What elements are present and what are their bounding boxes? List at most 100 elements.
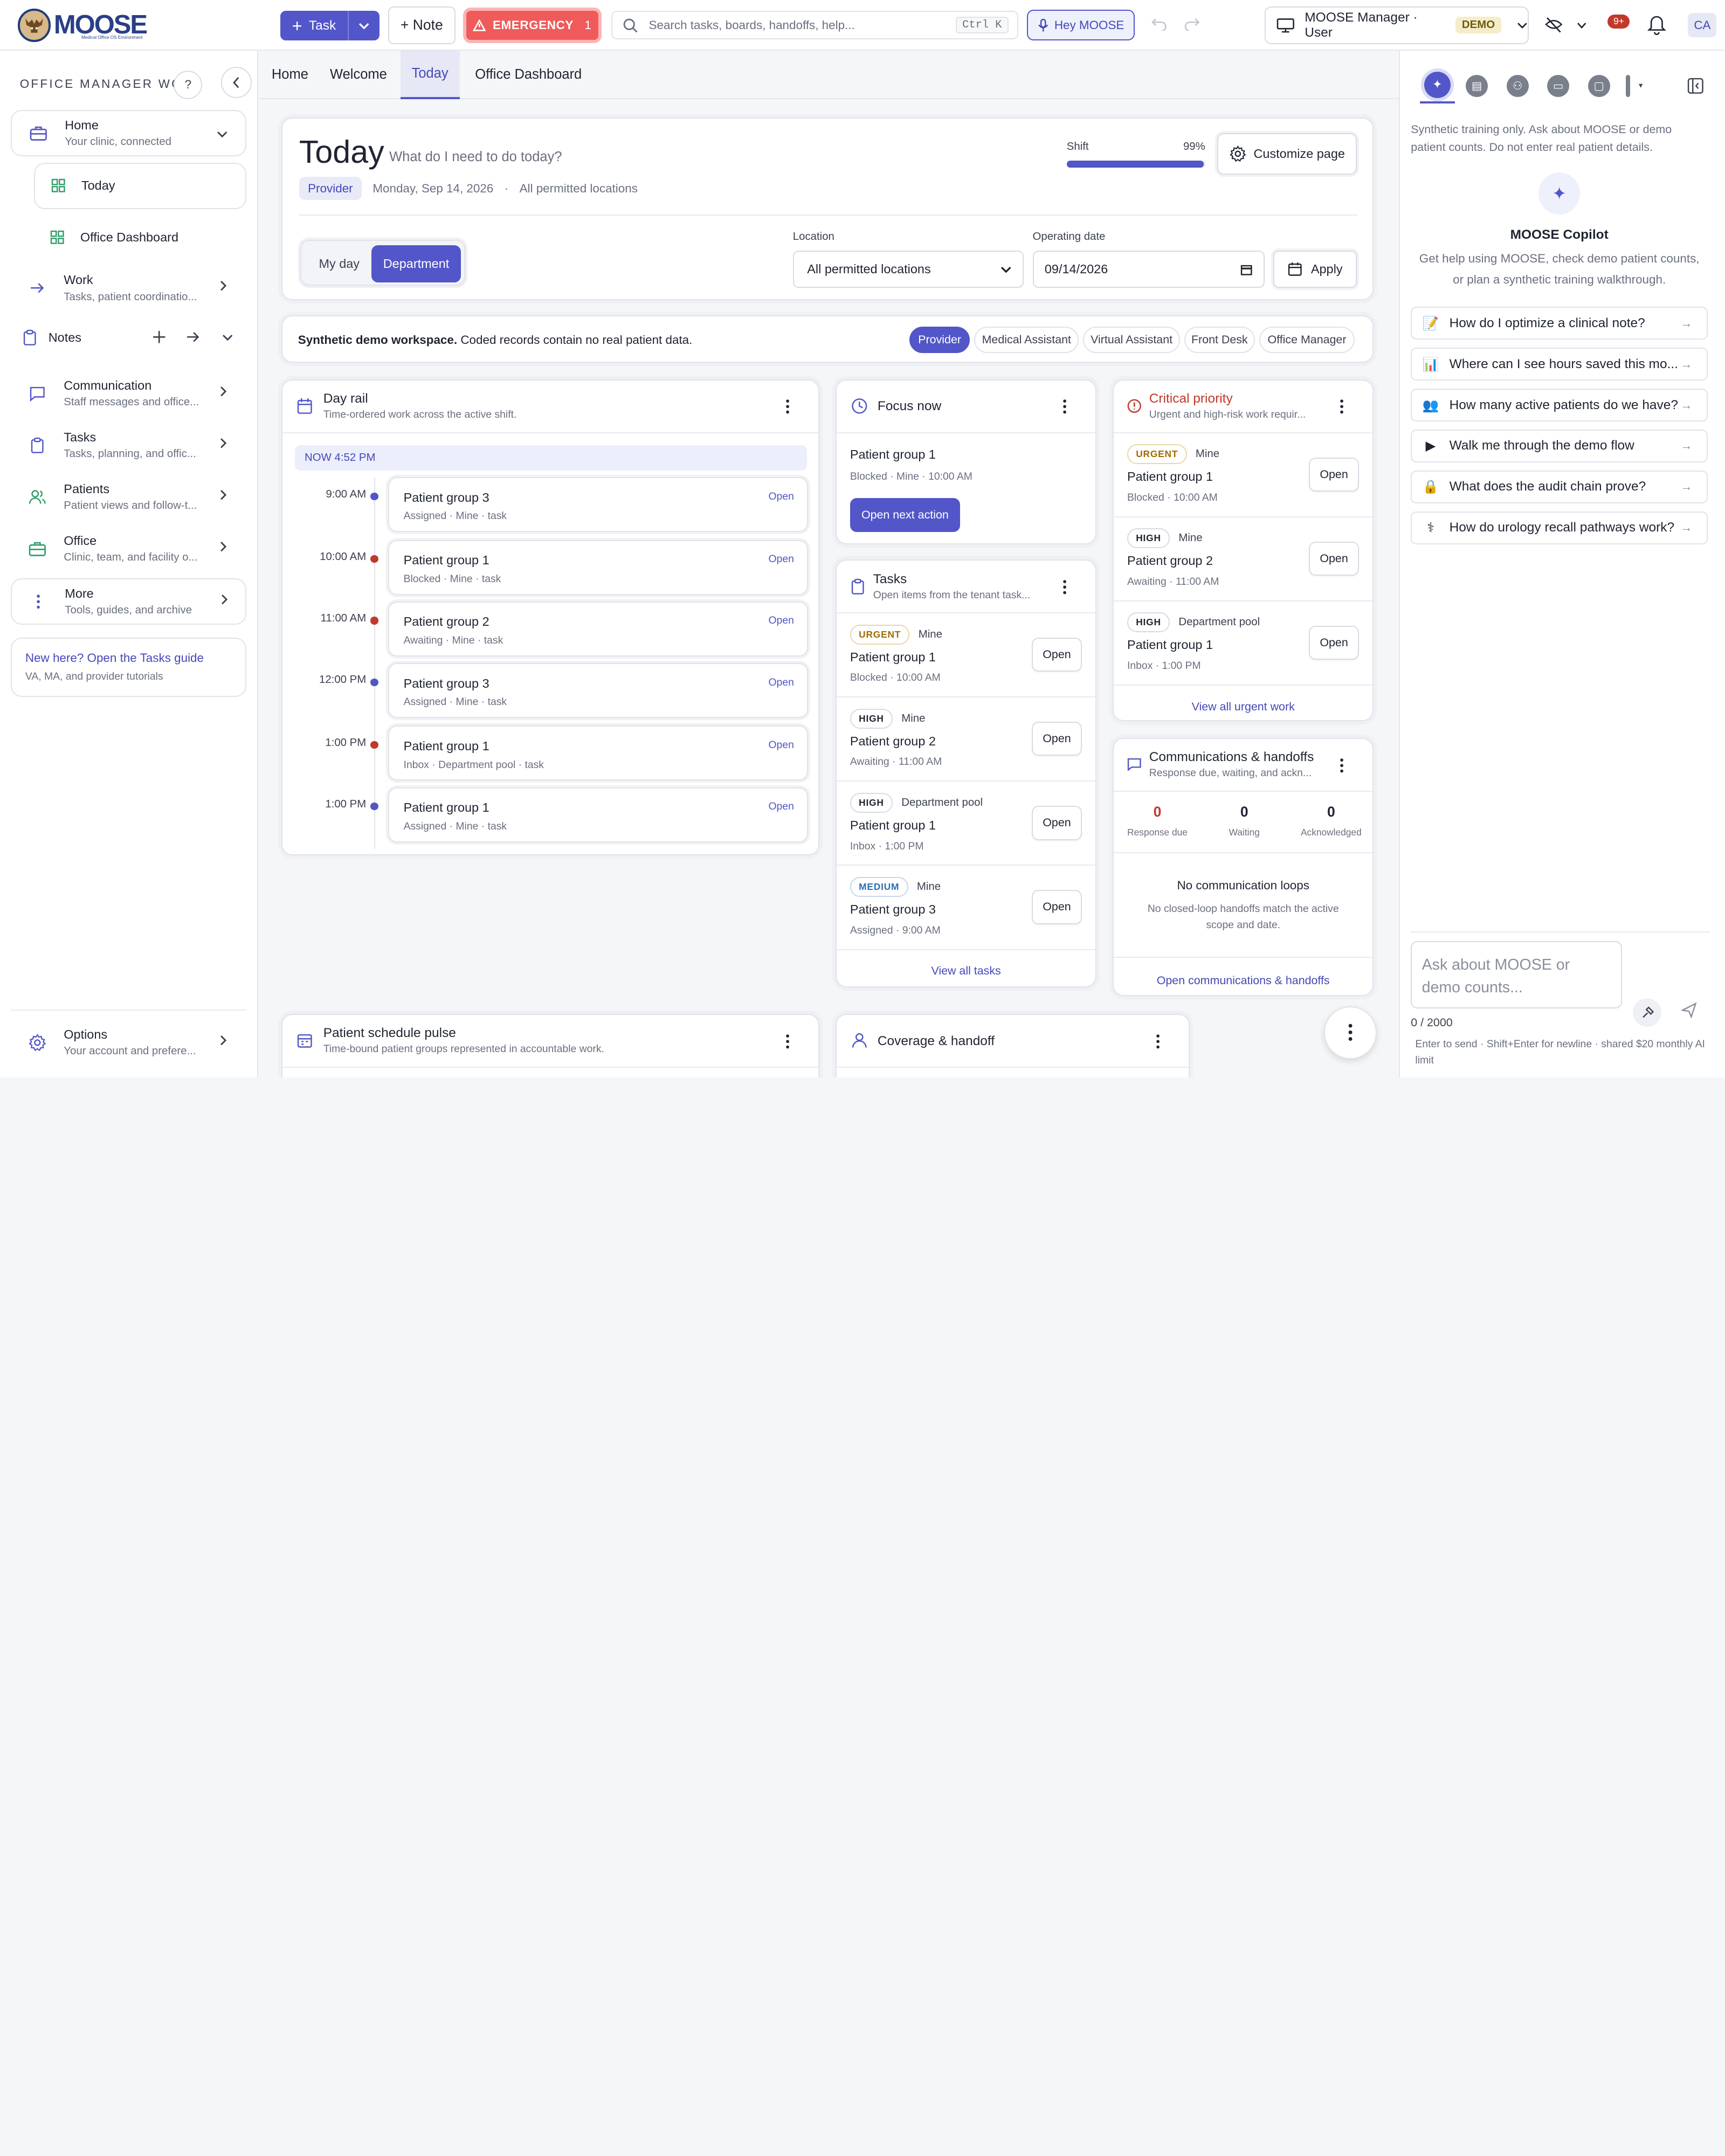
- help-button[interactable]: ?: [174, 70, 203, 99]
- priority-row[interactable]: URGENT Mine Patient group 1 Blocked · 10:00…: [1114, 433, 1372, 517]
- department-toggle[interactable]: Department: [371, 245, 461, 283]
- more-vertical-icon[interactable]: [1053, 396, 1075, 418]
- nav-patients[interactable]: Patients Patient views and follow-t...: [11, 472, 246, 522]
- nav-office-dashboard[interactable]: Office Dashboard: [34, 216, 246, 260]
- open-button[interactable]: Open: [1031, 890, 1082, 924]
- logo[interactable]: MOOSE Medical Office OS Environment: [17, 9, 148, 42]
- alerts-badge[interactable]: 9+: [1607, 14, 1630, 29]
- more-vertical-icon[interactable]: [1053, 576, 1075, 598]
- tab-home[interactable]: Home: [272, 51, 308, 99]
- nav-work[interactable]: Work Tasks, patient coordinatio...: [11, 263, 246, 314]
- rail-item-open-link[interactable]: Open: [769, 800, 794, 813]
- open-button[interactable]: Open: [1031, 806, 1082, 840]
- location-select[interactable]: All permitted locations: [792, 251, 1024, 288]
- task-dropdown-button[interactable]: [349, 11, 380, 40]
- more-vertical-icon[interactable]: [1330, 754, 1353, 776]
- open-button[interactable]: Open: [1308, 457, 1360, 492]
- search-input[interactable]: Search tasks, boards, handoffs, help... …: [611, 11, 1019, 40]
- more-vertical-icon[interactable]: [1147, 1030, 1169, 1052]
- team-tab[interactable]: ⚇: [1502, 71, 1533, 101]
- rail-item-open-link[interactable]: Open: [769, 553, 794, 565]
- rail-item[interactable]: Patient group 1 Assigned · Mine · task Ope…: [388, 787, 809, 842]
- emergency-button[interactable]: EMERGENCY 1: [463, 8, 602, 43]
- documents-tab[interactable]: ▤: [1461, 71, 1492, 101]
- suggestion-item[interactable]: ⚕ How do urology recall pathways work? →: [1411, 511, 1708, 544]
- suggestion-item[interactable]: 👥 How many active patients do we have? →: [1411, 388, 1708, 422]
- priority-row[interactable]: HIGH Mine Patient group 2 Awaiting · 11:00 …: [1114, 517, 1372, 602]
- copilot-input[interactable]: Ask about MOOSE or demo counts...: [1411, 941, 1622, 1008]
- new-task-button[interactable]: + Task: [280, 11, 380, 41]
- suggestion-item[interactable]: ▶ Walk me through the demo flow →: [1411, 429, 1708, 462]
- chevron-down-icon[interactable]: [222, 334, 233, 341]
- floating-menu-button[interactable]: [1324, 1006, 1377, 1059]
- chevron-down-icon[interactable]: [1577, 22, 1586, 29]
- role-chip-medical-assistant[interactable]: Medical Assistant: [974, 326, 1079, 353]
- open-button[interactable]: Open: [1031, 638, 1082, 672]
- nav-today[interactable]: Today: [34, 162, 246, 209]
- open-communications-link[interactable]: Open communications & handoffs: [1114, 974, 1372, 987]
- suggestion-item[interactable]: 🔒 What does the audit chain prove? →: [1411, 470, 1708, 503]
- open-next-action-button[interactable]: Open next action: [850, 498, 960, 533]
- role-pill[interactable]: Provider: [299, 177, 362, 200]
- open-notes-icon[interactable]: [186, 331, 201, 343]
- rail-item[interactable]: Patient group 3 Assigned · Mine · task Ope…: [388, 663, 809, 718]
- nav-office[interactable]: Office Clinic, team, and facility o...: [11, 523, 246, 574]
- tab-welcome[interactable]: Welcome: [330, 51, 387, 99]
- nav-communication[interactable]: Communication Staff messages and office..…: [11, 368, 246, 419]
- role-chip-front-desk[interactable]: Front Desk: [1184, 326, 1255, 353]
- calendar-icon[interactable]: [1240, 264, 1252, 275]
- tab-office-dashboard[interactable]: Office Dashboard: [475, 51, 582, 99]
- nav-tasks[interactable]: Tasks Tasks, planning, and offic...: [11, 420, 246, 471]
- hey-moose-button[interactable]: Hey MOOSE: [1027, 10, 1135, 41]
- more-tabs-button[interactable]: ▾: [1620, 71, 1648, 101]
- undo-icon[interactable]: [1151, 16, 1167, 31]
- rail-item-open-link[interactable]: Open: [769, 739, 794, 751]
- copilot-tab[interactable]: ✦: [1419, 68, 1455, 103]
- new-note-button[interactable]: + Note: [388, 6, 456, 44]
- send-icon[interactable]: [1681, 1003, 1697, 1018]
- apply-button[interactable]: Apply: [1273, 251, 1357, 288]
- rail-item[interactable]: Patient group 1 Blocked · Mine · task Open: [388, 540, 809, 595]
- rail-item[interactable]: Patient group 2 Awaiting · Mine · task Ope…: [388, 601, 809, 657]
- operating-date-input[interactable]: 09/14/2026: [1032, 251, 1265, 288]
- more-vertical-icon[interactable]: [776, 1030, 798, 1052]
- rail-item-open-link[interactable]: Open: [769, 614, 794, 627]
- open-button[interactable]: Open: [1308, 625, 1360, 660]
- visibility-off-icon[interactable]: [1545, 17, 1563, 33]
- tasks-guide-card[interactable]: New here? Open the Tasks guide VA, MA, a…: [11, 638, 246, 697]
- clipboard-tab[interactable]: ▢: [1584, 71, 1614, 101]
- view-all-tasks-link[interactable]: View all tasks: [837, 964, 1095, 978]
- view-all-urgent-link[interactable]: View all urgent work: [1114, 700, 1372, 714]
- rail-item[interactable]: Patient group 1 Inbox · Department pool ·…: [388, 725, 809, 781]
- role-chip-office-manager[interactable]: Office Manager: [1259, 326, 1355, 353]
- rail-item[interactable]: Patient group 3 Assigned · Mine · task Ope…: [388, 477, 809, 533]
- suggestion-item[interactable]: 📊 Where can I see hours saved this mo... →: [1411, 348, 1708, 381]
- role-chip-provider[interactable]: Provider: [909, 326, 970, 353]
- role-chip-virtual-assistant[interactable]: Virtual Assistant: [1083, 326, 1180, 353]
- more-vertical-icon[interactable]: [776, 396, 798, 418]
- priority-row[interactable]: MEDIUM Mine Patient group 3 Assigned · 9:00…: [837, 866, 1095, 950]
- open-button[interactable]: Open: [1031, 722, 1082, 756]
- nav-more[interactable]: More Tools, guides, and archive: [11, 578, 246, 625]
- dictate-button[interactable]: [1633, 998, 1662, 1027]
- user-menu[interactable]: MOOSE Manager · User DEMO: [1265, 6, 1529, 44]
- rail-item-open-link[interactable]: Open: [769, 676, 794, 689]
- rail-item-open-link[interactable]: Open: [769, 490, 794, 503]
- my-day-toggle[interactable]: My day: [306, 245, 372, 282]
- nav-options[interactable]: Options Your account and prefere...: [11, 1017, 246, 1068]
- collapse-panel-button[interactable]: [1680, 71, 1711, 101]
- priority-row[interactable]: URGENT Mine Patient group 1 Blocked · 10:00…: [837, 613, 1095, 698]
- avatar[interactable]: CA: [1688, 13, 1717, 38]
- add-note-icon[interactable]: [152, 330, 167, 344]
- redo-icon[interactable]: [1184, 16, 1200, 31]
- customize-page-button[interactable]: Customize page: [1217, 133, 1357, 175]
- messages-tab[interactable]: ▭: [1543, 71, 1574, 101]
- priority-row[interactable]: HIGH Department pool Patient group 1 Inbox …: [837, 782, 1095, 866]
- priority-row[interactable]: HIGH Mine Patient group 2 Awaiting · 11:00 …: [837, 697, 1095, 782]
- more-vertical-icon[interactable]: [1330, 396, 1353, 418]
- nav-home[interactable]: Home Your clinic, connected: [11, 109, 246, 156]
- bell-icon[interactable]: [1647, 15, 1666, 36]
- collapse-sidebar-button[interactable]: [221, 67, 252, 98]
- priority-row[interactable]: HIGH Department pool Patient group 1 Inbox …: [1114, 602, 1372, 686]
- suggestion-item[interactable]: 📝 How do I optimize a clinical note? →: [1411, 307, 1708, 340]
